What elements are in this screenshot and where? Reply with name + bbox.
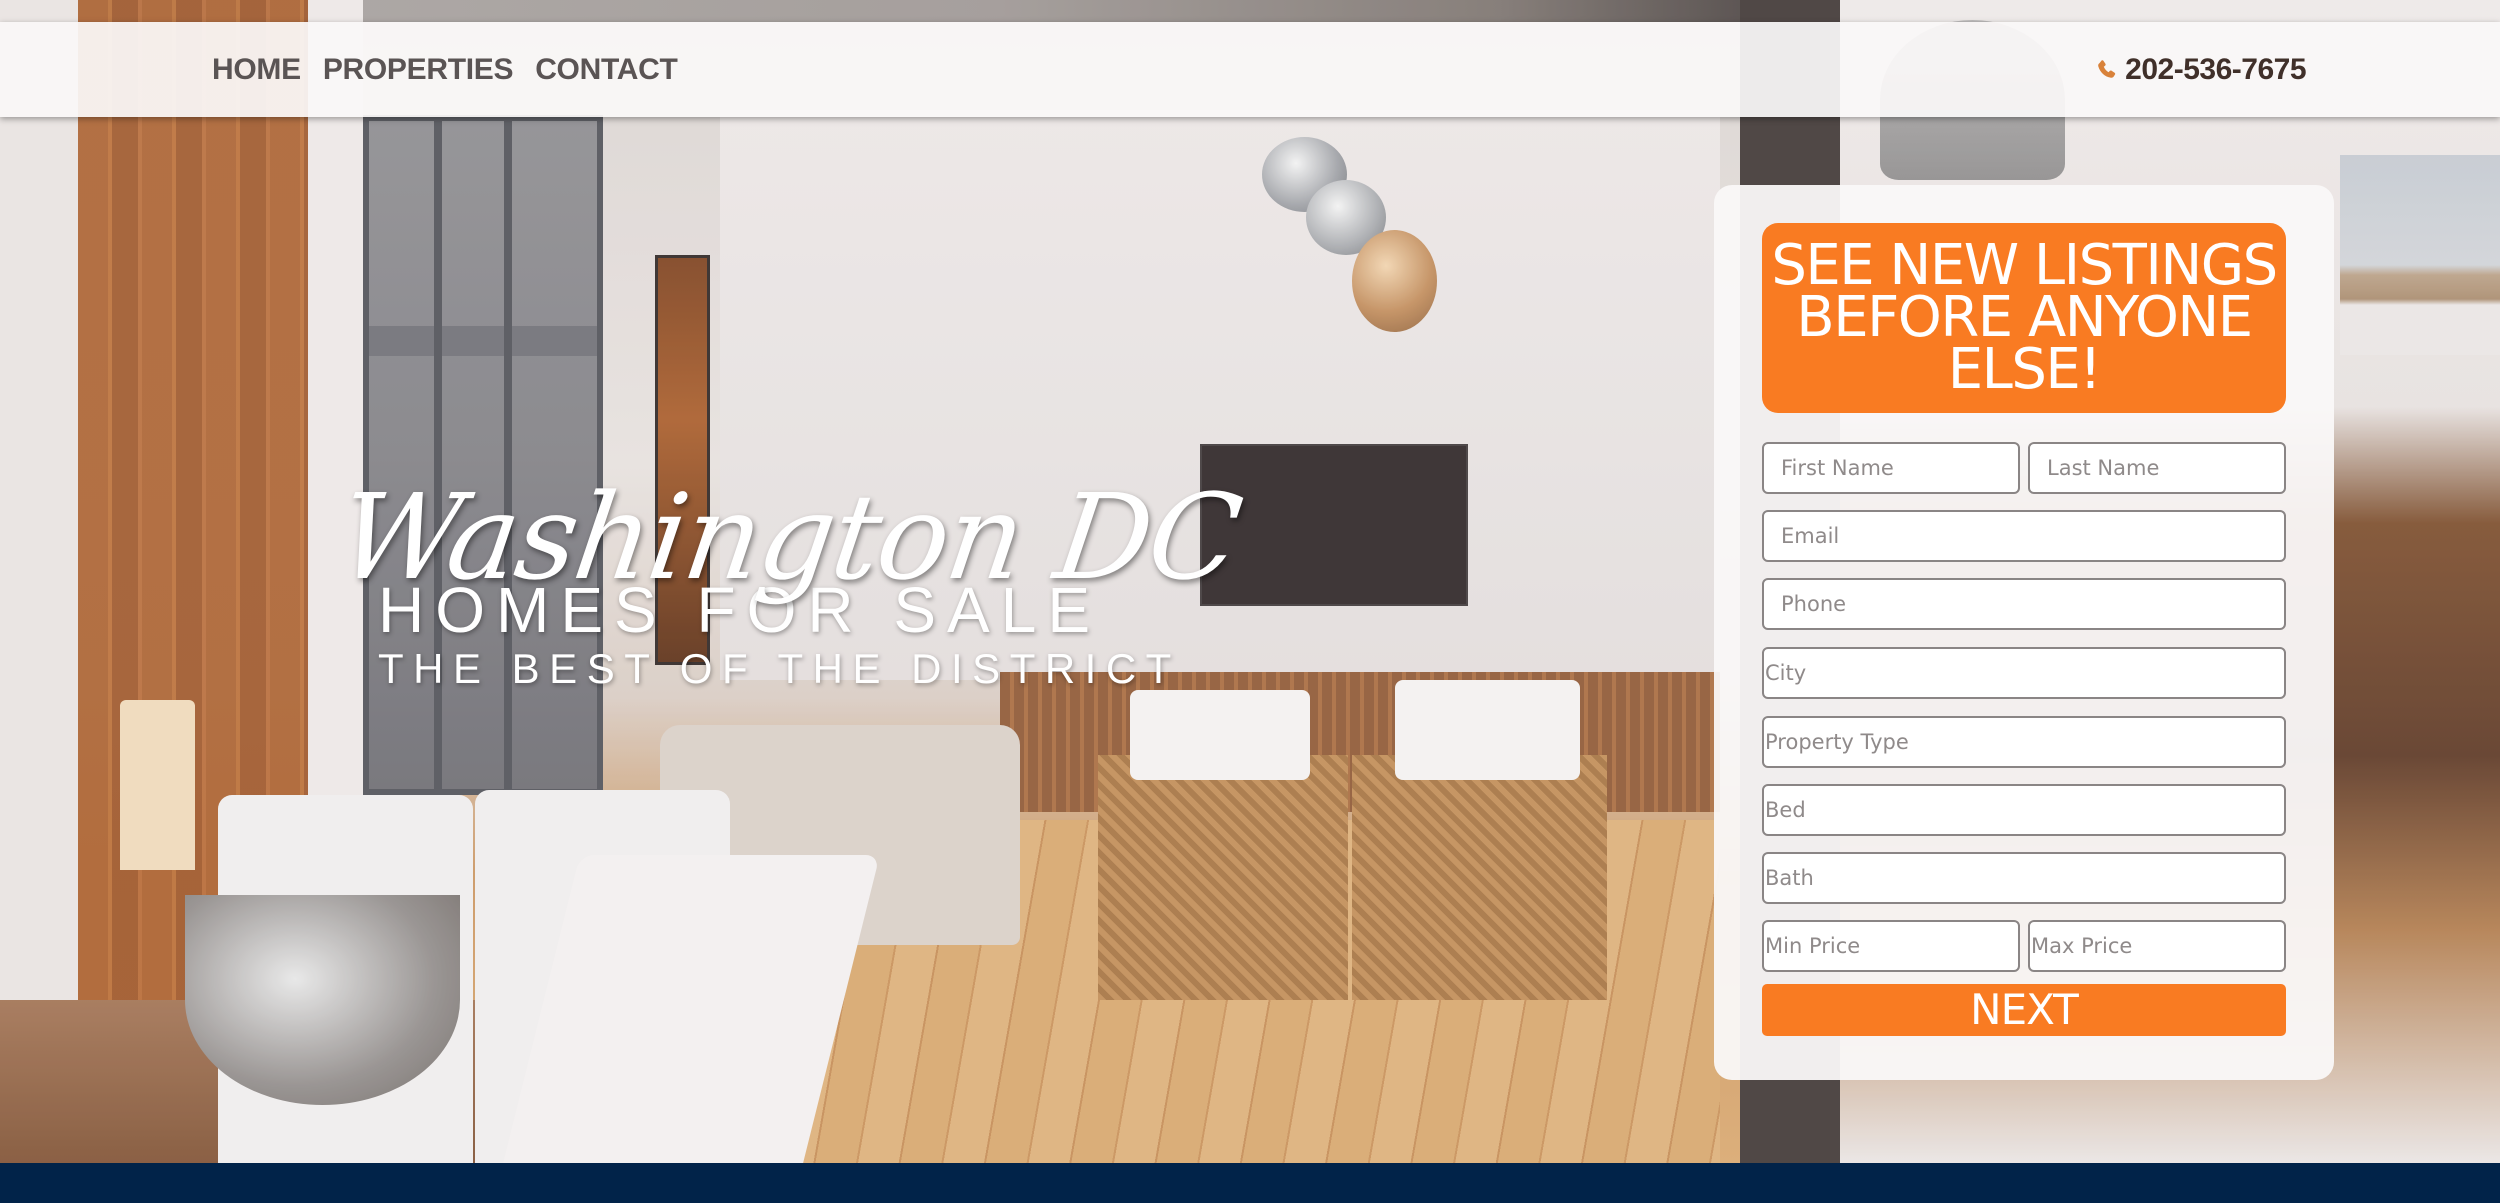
- phone-input[interactable]: [1762, 578, 2286, 630]
- bed-input[interactable]: [1762, 784, 2286, 836]
- next-button[interactable]: NEXT: [1762, 984, 2286, 1036]
- main-nav: HOME PROPERTIES CONTACT: [212, 22, 678, 117]
- last-name-input[interactable]: [2028, 442, 2286, 494]
- phone-icon: [2095, 58, 2119, 82]
- bath-input[interactable]: [1762, 852, 2286, 904]
- form-header: SEE NEW LISTINGS BEFORE ANYONE ELSE!: [1762, 223, 2286, 413]
- footer-band: [0, 1163, 2500, 1203]
- hero-headline: Washington DC HOMES FOR SALE THE BEST OF…: [330, 468, 1247, 692]
- lead-form: SEE NEW LISTINGS BEFORE ANYONE ELSE! NEX…: [1714, 185, 2334, 1080]
- phone-contact[interactable]: 202-536-7675: [2095, 22, 2306, 117]
- nav-link-properties[interactable]: PROPERTIES: [323, 53, 514, 87]
- property-type-input[interactable]: [1762, 716, 2286, 768]
- hero-script-title: Washington DC: [330, 468, 1248, 606]
- nav-link-home[interactable]: HOME: [212, 53, 301, 87]
- max-price-input[interactable]: [2028, 920, 2286, 972]
- min-price-input[interactable]: [1762, 920, 2020, 972]
- next-button-label: NEXT: [1970, 985, 2079, 1034]
- hero-tagline: THE BEST OF THE DISTRICT: [378, 645, 1181, 692]
- email-input[interactable]: [1762, 510, 2286, 562]
- city-input[interactable]: [1762, 647, 2286, 699]
- first-name-input[interactable]: [1762, 442, 2020, 494]
- nav-link-contact[interactable]: CONTACT: [535, 53, 678, 87]
- top-navbar: HOME PROPERTIES CONTACT 202-536-7675: [0, 22, 2500, 117]
- form-header-text: SEE NEW LISTINGS BEFORE ANYONE ELSE!: [1771, 233, 2278, 402]
- phone-number[interactable]: 202-536-7675: [2125, 53, 2306, 87]
